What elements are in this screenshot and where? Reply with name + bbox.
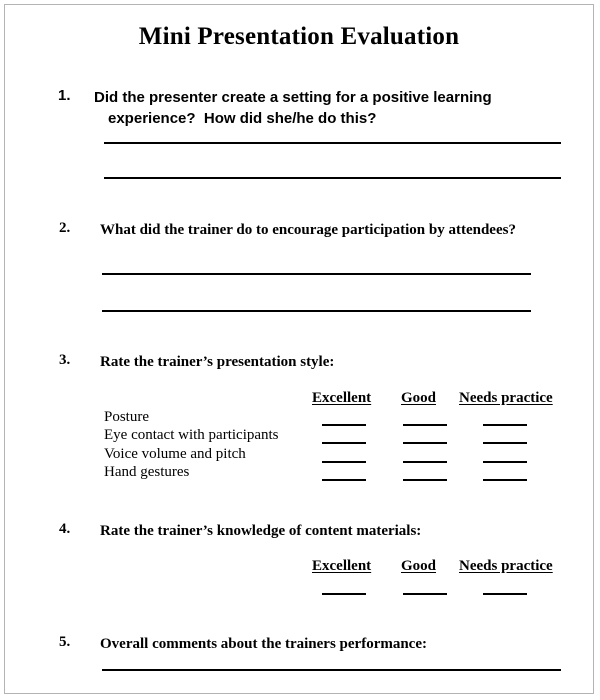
question-1-text-line-2: experience? How did she/he do this? [108,110,377,127]
knowledge-table-header-excellent: Excellent [312,558,372,574]
knowledge-table-header-good: Good [401,558,437,574]
question-5-answer-line-1[interactable] [102,669,561,671]
style-table-row-label-voice-volume: Voice volume and pitch [104,446,246,462]
style-table-header-needs-practice: Needs practice [459,390,553,406]
form-sheet: Mini Presentation Evaluation 1. Did the … [5,5,593,693]
style-table-row-label-posture: Posture [104,409,149,425]
style-rating-blank-eye-contact-excellent[interactable] [322,442,366,444]
style-table-row-label-hand-gestures: Hand gestures [104,464,190,480]
question-3-text: Rate the trainer’s presentation style: [100,354,335,370]
question-4-text: Rate the trainer’s knowledge of content … [100,523,422,539]
style-rating-blank-posture-needs-practice[interactable] [483,424,527,426]
question-2-text: What did the trainer do to encourage par… [100,222,516,238]
question-2-number: 2. [59,220,71,236]
knowledge-table-header-needs-practice: Needs practice [459,558,553,574]
style-rating-blank-hand-gestures-excellent[interactable] [322,479,366,481]
question-5-text: Overall comments about the trainers perf… [100,636,427,652]
style-rating-blank-voice-volume-needs-practice[interactable] [483,461,527,463]
style-rating-blank-hand-gestures-good[interactable] [403,479,447,481]
style-rating-blank-eye-contact-needs-practice[interactable] [483,442,527,444]
question-4-number: 4. [59,521,71,537]
question-2-answer-line-2[interactable] [102,310,531,312]
knowledge-rating-blank-needs-practice[interactable] [483,593,527,595]
question-1-text-line-1: Did the presenter create a setting for a… [94,89,492,106]
question-5-number: 5. [59,634,71,650]
knowledge-rating-blank-excellent[interactable] [322,593,366,595]
question-1-number: 1. [58,87,71,104]
question-1-answer-line-1[interactable] [104,142,561,144]
document-page: Mini Presentation Evaluation 1. Did the … [4,4,594,694]
style-table-header-excellent: Excellent [312,390,372,406]
style-rating-blank-voice-volume-excellent[interactable] [322,461,366,463]
style-rating-blank-posture-good[interactable] [403,424,447,426]
style-rating-blank-hand-gestures-needs-practice[interactable] [483,479,527,481]
style-table-header-good: Good [401,390,437,406]
page-title: Mini Presentation Evaluation [138,23,460,50]
question-2-answer-line-1[interactable] [102,273,531,275]
knowledge-rating-blank-good[interactable] [403,593,447,595]
style-rating-blank-eye-contact-good[interactable] [403,442,447,444]
question-1-answer-line-2[interactable] [104,177,561,179]
style-rating-blank-posture-excellent[interactable] [322,424,366,426]
style-table-row-label-eye-contact: Eye contact with participants [104,427,279,443]
style-rating-blank-voice-volume-good[interactable] [403,461,447,463]
question-3-number: 3. [59,352,71,368]
